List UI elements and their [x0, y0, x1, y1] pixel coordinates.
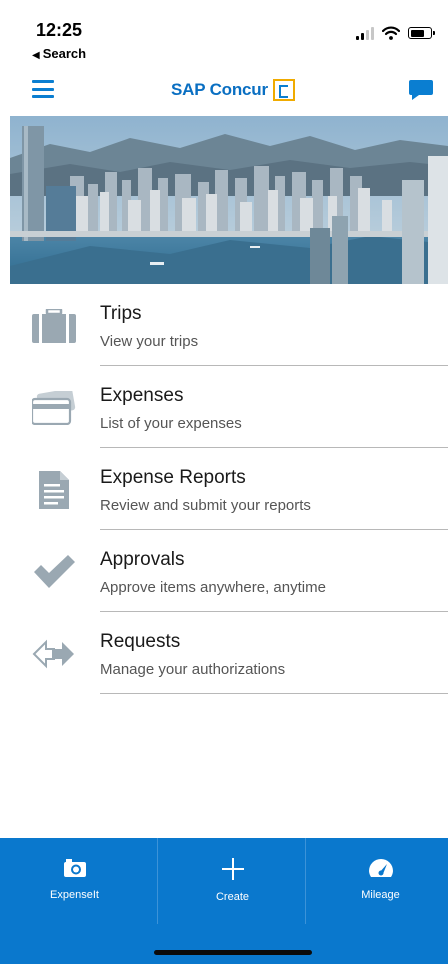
- credit-card-icon: [30, 388, 78, 428]
- menu-item-title: Approvals: [100, 549, 185, 570]
- menu-item-title: Expenses: [100, 385, 184, 406]
- menu-item-title: Requests: [100, 631, 181, 652]
- back-arrow-icon: ◀: [32, 50, 40, 61]
- status-bar: 12:25 ◀ Search: [0, 0, 448, 66]
- menu-item-subtitle: Manage your authorizations: [100, 661, 286, 678]
- tab-label: Mileage: [361, 889, 400, 901]
- wifi-icon: [382, 26, 400, 40]
- menu-item-subtitle: View your trips: [100, 333, 199, 350]
- menu-item-title: Expense Reports: [100, 467, 246, 488]
- camera-icon: [63, 859, 86, 877]
- menu-item-expenses[interactable]: Expenses List of your expenses: [0, 366, 448, 448]
- cellular-signal-icon: [356, 26, 374, 40]
- speedometer-icon: [368, 859, 393, 877]
- city-skyline-image: [10, 116, 448, 284]
- system-icons: [356, 26, 435, 40]
- back-to-search-link[interactable]: ◀ Search: [32, 46, 86, 61]
- menu-item-subtitle: Approve items anywhere, anytime: [100, 579, 326, 596]
- tab-label: ExpenseIt: [50, 889, 99, 901]
- brand-name: SAP Concur: [171, 80, 268, 99]
- battery-icon: [408, 27, 435, 39]
- hamburger-menu-icon[interactable]: [32, 80, 54, 98]
- status-time: 12:25: [36, 20, 83, 40]
- brand-logo: SAP Concur: [171, 79, 295, 101]
- checkmark-icon: [30, 552, 78, 592]
- menu-item-requests[interactable]: Requests Manage your authorizations: [0, 612, 448, 694]
- menu-item-approvals[interactable]: Approvals Approve items anywhere, anytim…: [0, 530, 448, 612]
- plus-icon: [221, 858, 244, 880]
- briefcase-icon: [30, 306, 78, 346]
- chat-bubble-icon[interactable]: [408, 78, 434, 102]
- home-indicator[interactable]: [154, 950, 312, 955]
- tab-expenseit[interactable]: ExpenseIt: [0, 838, 149, 924]
- tab-label: Create: [215, 891, 250, 903]
- menu-item-title: Trips: [100, 303, 142, 324]
- tab-mileage[interactable]: Mileage: [306, 838, 448, 924]
- app-header: SAP Concur: [0, 66, 448, 116]
- menu-item-expense-reports[interactable]: Expense Reports Review and submit your r…: [0, 448, 448, 530]
- document-icon: [30, 470, 78, 510]
- bottom-navigation-bar: ExpenseIt Create Mileage: [0, 838, 448, 964]
- tab-create[interactable]: Create: [158, 838, 307, 924]
- concur-c-logo-icon: [272, 79, 295, 101]
- menu-item-subtitle: List of your expenses: [100, 415, 242, 432]
- main-menu-list: Trips View your trips Expenses List of y…: [0, 284, 448, 694]
- back-app-label: Search: [42, 46, 87, 61]
- divider: [100, 692, 448, 694]
- menu-item-trips[interactable]: Trips View your trips: [0, 284, 448, 366]
- menu-item-subtitle: Review and submit your reports: [100, 497, 311, 514]
- arrows-exchange-icon: [30, 634, 78, 674]
